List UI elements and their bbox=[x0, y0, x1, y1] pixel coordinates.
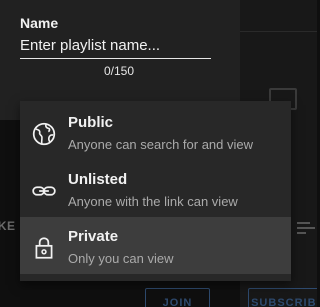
join-button[interactable]: JOIN bbox=[145, 288, 210, 307]
privacy-option-description: Anyone can search for and view bbox=[68, 137, 253, 152]
background-clipped-text: IKE bbox=[0, 219, 16, 233]
background-divider bbox=[240, 31, 317, 32]
character-counter: 0/150 bbox=[103, 64, 134, 78]
link-icon bbox=[32, 186, 56, 196]
screen: IKE JOIN SUBSCRIBE Name Enter playlist n… bbox=[0, 0, 317, 307]
privacy-option-title: Public bbox=[68, 114, 114, 131]
privacy-menu: Public Anyone can search for and view Un… bbox=[20, 101, 291, 281]
privacy-option-description: Anyone with the link can view bbox=[68, 194, 238, 209]
privacy-option-unlisted[interactable]: Unlisted Anyone with the link can view bbox=[20, 160, 291, 217]
sort-icon bbox=[297, 222, 317, 234]
privacy-option-title: Unlisted bbox=[68, 171, 128, 188]
privacy-option-public[interactable]: Public Anyone can search for and view bbox=[20, 103, 291, 160]
privacy-option-private[interactable]: Private Only you can view bbox=[20, 217, 291, 274]
privacy-option-title: Private bbox=[68, 228, 119, 245]
name-label: Name bbox=[20, 15, 59, 31]
privacy-option-description: Only you can view bbox=[68, 251, 174, 266]
lock-icon bbox=[35, 237, 53, 259]
subscribe-button[interactable]: SUBSCRIBE bbox=[248, 288, 317, 307]
playlist-name-input[interactable]: Enter playlist name... bbox=[20, 37, 211, 59]
globe-icon bbox=[32, 122, 56, 146]
